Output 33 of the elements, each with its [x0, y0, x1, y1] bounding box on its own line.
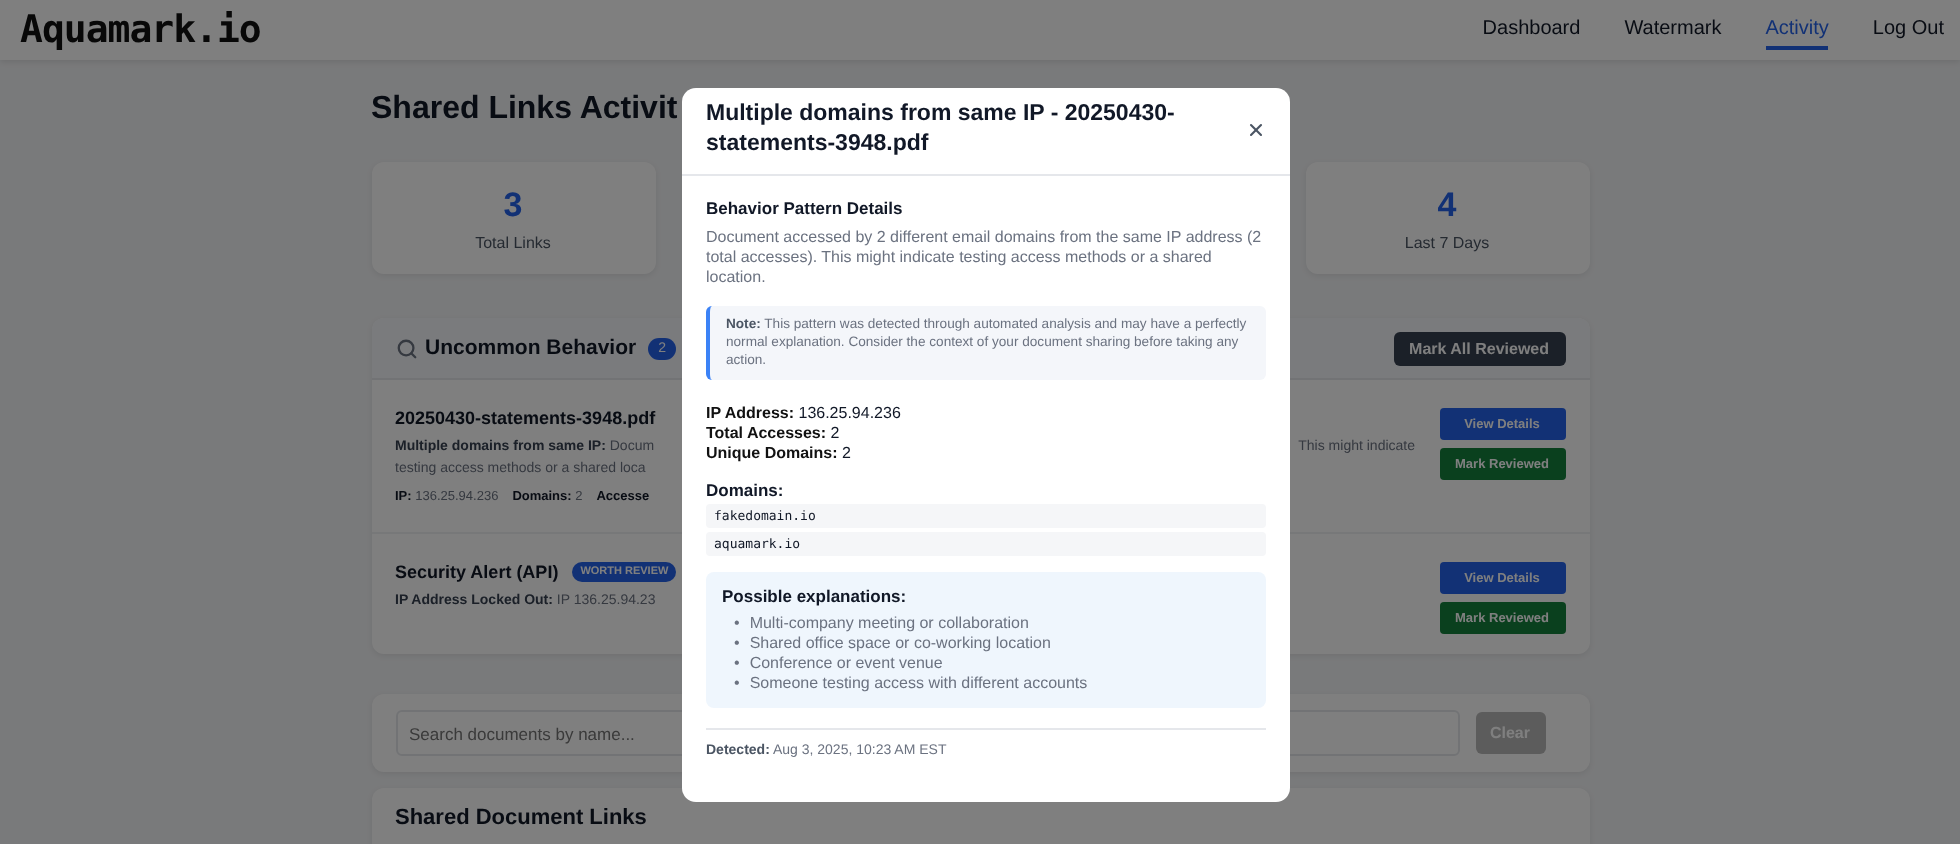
fact-line: Total Accesses: 2	[706, 424, 842, 444]
alert-title: 20250430-statements-3948.pdf	[395, 408, 656, 428]
section-title: Shared Document Links	[395, 806, 647, 830]
alert-title: Security Alert (API)	[395, 562, 559, 582]
dialog-title: Multiple domains from same IP - 20250430-statements-3948.pdf	[706, 100, 1177, 160]
logo[interactable]: Aquamark.io	[20, 8, 261, 52]
domains-heading: Domains:	[706, 480, 786, 500]
search-icon	[395, 337, 417, 359]
explanation-item: Shared office space or co-working location	[749, 634, 1051, 654]
section-title: Uncommon Behavior	[425, 336, 637, 360]
explanation-item: Multi-company meeting or collaboration	[749, 614, 1029, 634]
bullet-marker: •	[734, 654, 740, 674]
nav-link[interactable]: Activity	[1765, 11, 1829, 49]
close-button[interactable]	[1246, 120, 1266, 140]
stat-label: Total Links	[475, 233, 551, 251]
fact-line: Unique Domains: 2	[706, 444, 853, 464]
section-heading: Behavior Pattern Details	[706, 198, 905, 218]
fact-line: IP Address: 136.25.94.236	[706, 404, 903, 424]
pattern-description: Document accessed by 2 different email domains from the same IP address (2 total accesses). This might indicate testing access methods or a shared location.	[706, 228, 1264, 288]
stat-value: 3	[503, 185, 523, 225]
nav-link[interactable]: Watermark	[1624, 11, 1722, 49]
stat-value: 4	[1437, 185, 1457, 225]
stat-label: Last 7 Days	[1404, 233, 1490, 251]
nav-link[interactable]: Log Out	[1872, 11, 1944, 49]
bullet-marker: •	[734, 614, 740, 634]
bullet-marker: •	[734, 674, 740, 694]
explanation-item: Someone testing access with different accounts	[749, 674, 1088, 694]
explanation-item: Conference or event venue	[749, 654, 943, 674]
mark-all-reviewed-button[interactable]: Mark All Reviewed	[1393, 331, 1565, 365]
page-title: Shared Links Activit	[371, 92, 678, 128]
explanations-title: Possible explanations:	[722, 586, 909, 606]
bullet-marker: •	[734, 634, 740, 654]
nav-link[interactable]: Dashboard	[1482, 11, 1581, 49]
